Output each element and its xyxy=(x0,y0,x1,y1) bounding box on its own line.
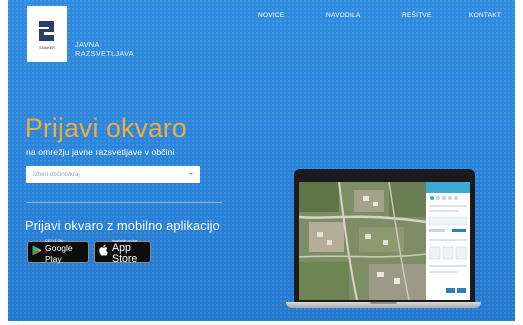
hero-section: SMAKER JAVNA RAZSVETLJAVA NOVICE NAVODIL… xyxy=(8,0,515,321)
nav-item-novice[interactable]: NOVICE xyxy=(258,12,284,19)
app-panel-header xyxy=(426,182,470,193)
aerial-map-image xyxy=(299,182,426,300)
google-play-icon xyxy=(32,243,42,261)
app-panel-content xyxy=(428,196,468,293)
page-subtitle: na omrežju javne razsvetljave v občini xyxy=(26,147,175,157)
logo-caption: SMAKER xyxy=(39,46,55,50)
nav-item-resitve[interactable]: REŠITVE xyxy=(402,12,432,19)
google-play-button[interactable]: GET IT ON Google Play xyxy=(27,239,89,264)
brand-name: JAVNA RAZSVETLJAVA xyxy=(75,40,134,58)
laptop-notch xyxy=(370,302,397,304)
nav-item-navodila[interactable]: NAVODILA xyxy=(326,12,360,19)
municipality-select[interactable]: Izberi občino/kraj xyxy=(26,166,200,183)
main-nav: NOVICE NAVODILA REŠITVE KONTAKT xyxy=(8,12,515,26)
municipality-select-placeholder: Izberi občino/kraj xyxy=(33,171,80,178)
google-play-label: Google Play xyxy=(45,243,73,264)
laptop-screen xyxy=(299,182,470,300)
app-side-panel xyxy=(426,182,470,300)
brand-line-2: RAZSVETLJAVA xyxy=(75,49,134,58)
divider xyxy=(26,202,222,203)
app-store-button[interactable]: Available on the App Store xyxy=(94,239,151,265)
nav-item-kontakt[interactable]: KONTAKT xyxy=(469,12,501,19)
brand-line-1: JAVNA xyxy=(75,40,100,49)
chevron-down-icon xyxy=(189,173,193,175)
page-title: Prijavi okvaro xyxy=(25,113,187,143)
apple-icon xyxy=(99,243,109,261)
mobile-app-heading: Prijavi okvaro z mobilno aplikacijo xyxy=(25,218,220,233)
laptop-mockup xyxy=(286,169,481,315)
app-store-label: App Store xyxy=(112,242,138,265)
